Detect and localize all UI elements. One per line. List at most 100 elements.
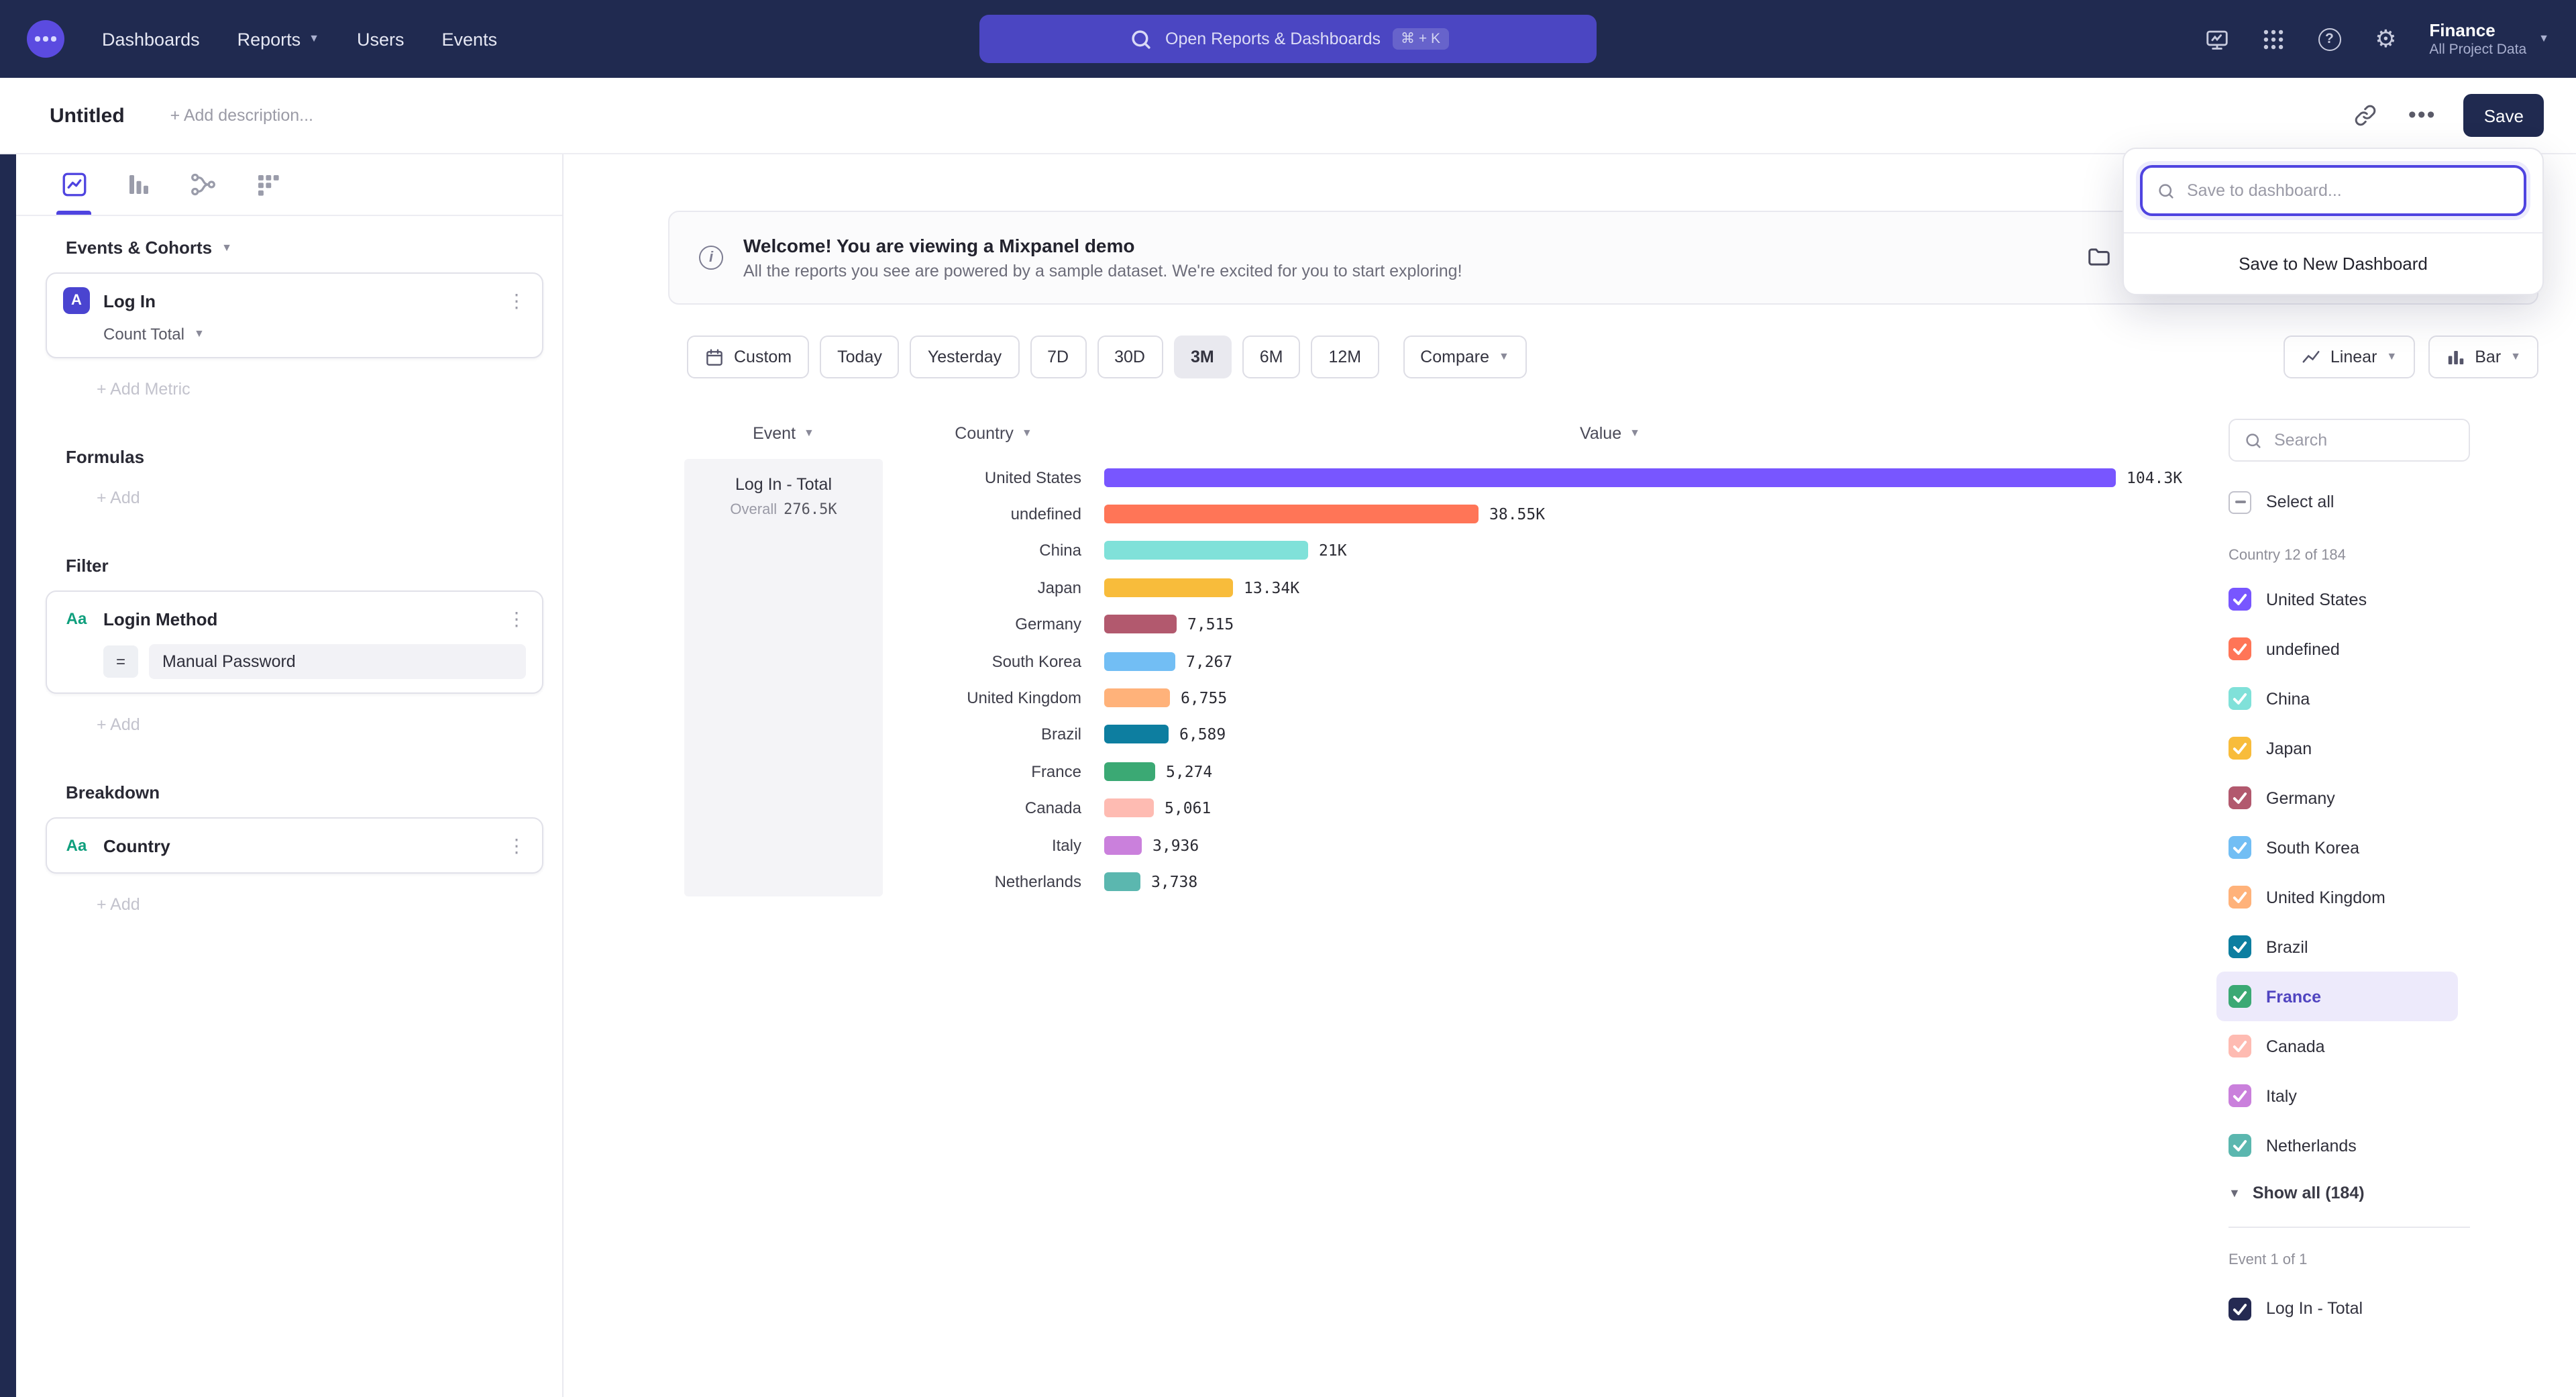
filter-card[interactable]: Aa Login Method ⋮ = bbox=[46, 590, 543, 694]
bar-china[interactable] bbox=[1104, 541, 1308, 560]
save-button[interactable]: Save bbox=[2464, 94, 2544, 137]
kebab-menu-icon[interactable]: ⋮ bbox=[507, 291, 526, 310]
aggregation-selector[interactable]: Count Total▼ bbox=[103, 325, 526, 344]
checkbox-checked[interactable] bbox=[2229, 687, 2251, 710]
bar-undefined[interactable] bbox=[1104, 505, 1479, 523]
checkbox-checked[interactable] bbox=[2229, 1084, 2251, 1107]
metric-event-name[interactable]: Log In bbox=[103, 291, 156, 311]
nav-users[interactable]: Users bbox=[357, 29, 405, 49]
breakdown-property-name[interactable]: Country bbox=[103, 835, 170, 856]
add-breakdown-button[interactable]: + Add bbox=[97, 895, 562, 914]
checkbox-checked[interactable] bbox=[2229, 737, 2251, 760]
checkbox-checked[interactable] bbox=[2229, 886, 2251, 909]
legend-item-canada[interactable]: Canada bbox=[2216, 1021, 2458, 1071]
nav-dashboards[interactable]: Dashboards bbox=[102, 29, 200, 49]
event-column-header[interactable]: Event▼ bbox=[684, 424, 883, 443]
chart-row-netherlands: Netherlands3,738 bbox=[883, 864, 2210, 900]
legend-item-japan[interactable]: Japan bbox=[2216, 723, 2458, 773]
bar-japan[interactable] bbox=[1104, 578, 1233, 597]
legend-item-italy[interactable]: Italy bbox=[2216, 1071, 2458, 1121]
show-all-button[interactable]: ▼ Show all (184) bbox=[2229, 1184, 2576, 1202]
range-yesterday[interactable]: Yesterday bbox=[910, 335, 1019, 378]
bar-brazil[interactable] bbox=[1104, 725, 1169, 744]
legend-item-undefined[interactable]: undefined bbox=[2216, 624, 2458, 674]
operator-equals[interactable]: = bbox=[103, 645, 138, 678]
events-cohorts-section[interactable]: Events & Cohorts▼ bbox=[66, 238, 562, 258]
legend-event-item[interactable]: Log In - Total bbox=[2229, 1290, 2576, 1327]
bar-italy[interactable] bbox=[1104, 835, 1142, 854]
add-description[interactable]: + Add description... bbox=[170, 106, 313, 125]
bar-germany[interactable] bbox=[1104, 615, 1177, 634]
nav-events[interactable]: Events bbox=[442, 29, 498, 49]
copy-link-icon[interactable] bbox=[2351, 101, 2381, 130]
range-12m[interactable]: 12M bbox=[1311, 335, 1379, 378]
range-30d[interactable]: 30D bbox=[1097, 335, 1163, 378]
range-7d[interactable]: 7D bbox=[1030, 335, 1086, 378]
checkbox-checked[interactable] bbox=[2229, 836, 2251, 859]
tab-retention[interactable] bbox=[250, 154, 284, 215]
range-3m[interactable]: 3M bbox=[1173, 335, 1232, 378]
compare-button[interactable]: Compare▼ bbox=[1403, 335, 1527, 378]
bar-united-states[interactable] bbox=[1104, 468, 2116, 486]
legend-search-input[interactable] bbox=[2274, 431, 2455, 450]
legend-item-germany[interactable]: Germany bbox=[2216, 773, 2458, 823]
country-column-header[interactable]: Country▼ bbox=[883, 424, 1104, 443]
checkbox-checked[interactable] bbox=[2229, 1134, 2251, 1157]
value-column-header[interactable]: Value▼ bbox=[1104, 424, 2116, 443]
line-type-selector[interactable]: Linear▼ bbox=[2284, 335, 2414, 378]
bar-south-korea[interactable] bbox=[1104, 652, 1175, 670]
range-custom[interactable]: Custom bbox=[687, 335, 809, 378]
select-all-row[interactable]: Select all bbox=[2229, 483, 2576, 521]
legend-item-united-states[interactable]: United States bbox=[2216, 574, 2458, 624]
dashboard-search-input[interactable] bbox=[2187, 181, 2510, 200]
apps-grid-icon[interactable] bbox=[2260, 26, 2286, 52]
checkbox-checked[interactable] bbox=[2229, 637, 2251, 660]
tab-flows[interactable] bbox=[185, 154, 220, 215]
range-today[interactable]: Today bbox=[820, 335, 900, 378]
project-selector[interactable]: Finance All Project Data ▼ bbox=[2429, 20, 2549, 58]
more-options-icon[interactable]: ••• bbox=[2408, 101, 2437, 130]
tab-funnels[interactable] bbox=[121, 154, 156, 215]
checkbox-checked[interactable] bbox=[2229, 1297, 2251, 1320]
legend-item-united-kingdom[interactable]: United Kingdom bbox=[2216, 872, 2458, 922]
metric-card[interactable]: A Log In ⋮ Count Total▼ bbox=[46, 272, 543, 358]
kebab-menu-icon[interactable]: ⋮ bbox=[507, 836, 526, 855]
data-monitor-icon[interactable] bbox=[2204, 26, 2229, 52]
tab-insights[interactable] bbox=[56, 154, 91, 215]
checkbox-checked[interactable] bbox=[2229, 786, 2251, 809]
filter-property-name[interactable]: Login Method bbox=[103, 609, 217, 629]
checkbox-indeterminate[interactable] bbox=[2229, 490, 2251, 513]
range-6m[interactable]: 6M bbox=[1242, 335, 1301, 378]
legend-item-france[interactable]: France bbox=[2216, 972, 2458, 1021]
save-to-new-dashboard-option[interactable]: Save to New Dashboard bbox=[2124, 232, 2542, 294]
add-metric-button[interactable]: + Add Metric bbox=[97, 380, 562, 399]
string-property-icon: Aa bbox=[63, 832, 90, 859]
bar-united-kingdom[interactable] bbox=[1104, 688, 1170, 707]
checkbox-checked[interactable] bbox=[2229, 588, 2251, 611]
bar-france[interactable] bbox=[1104, 762, 1155, 781]
dashboard-search-field[interactable] bbox=[2140, 165, 2526, 216]
add-filter-button[interactable]: + Add bbox=[97, 715, 562, 734]
help-icon[interactable]: ? bbox=[2316, 26, 2342, 52]
breakdown-card[interactable]: Aa Country ⋮ bbox=[46, 817, 543, 874]
filter-value-input[interactable] bbox=[149, 644, 526, 679]
bar-chart: Event▼ Country▼ Value▼ Log In - Total bbox=[564, 419, 2210, 1397]
legend-item-china[interactable]: China bbox=[2216, 674, 2458, 723]
legend-search[interactable] bbox=[2229, 419, 2470, 462]
checkbox-checked[interactable] bbox=[2229, 935, 2251, 958]
add-formula-button[interactable]: + Add bbox=[97, 488, 562, 507]
checkbox-checked[interactable] bbox=[2229, 1035, 2251, 1057]
legend-item-south-korea[interactable]: South Korea bbox=[2216, 823, 2458, 872]
settings-gear-icon[interactable]: ⚙ bbox=[2373, 26, 2398, 52]
chart-type-selector[interactable]: Bar▼ bbox=[2428, 335, 2538, 378]
mixpanel-logo-icon[interactable] bbox=[27, 20, 64, 58]
kebab-menu-icon[interactable]: ⋮ bbox=[507, 609, 526, 628]
report-title[interactable]: Untitled bbox=[50, 104, 125, 127]
legend-item-netherlands[interactable]: Netherlands bbox=[2216, 1121, 2458, 1170]
bar-netherlands[interactable] bbox=[1104, 872, 1140, 891]
nav-reports[interactable]: Reports▼ bbox=[237, 29, 319, 49]
checkbox-checked[interactable] bbox=[2229, 985, 2251, 1008]
bar-canada[interactable] bbox=[1104, 798, 1154, 817]
legend-item-brazil[interactable]: Brazil bbox=[2216, 922, 2458, 972]
global-search-bar[interactable]: Open Reports & Dashboards ⌘ + K bbox=[979, 15, 1597, 63]
